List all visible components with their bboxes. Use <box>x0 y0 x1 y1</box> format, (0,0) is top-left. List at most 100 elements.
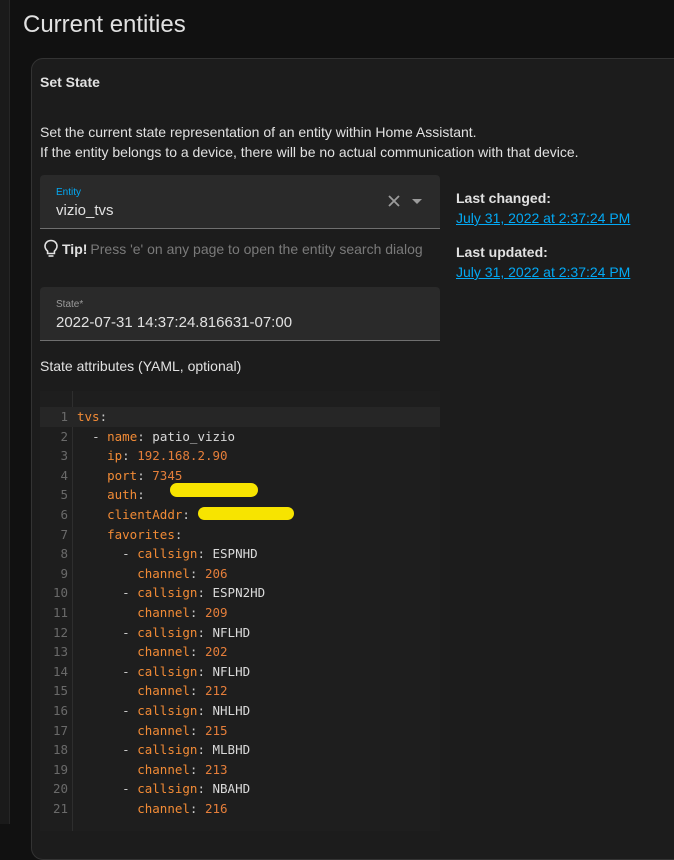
redaction-mark <box>198 507 294 520</box>
yaml-colon: : <box>197 703 213 718</box>
line-number: 13 <box>52 644 68 660</box>
entity-picker[interactable]: Entity vizio_tvs <box>40 175 440 229</box>
yaml-key: ip <box>107 448 123 464</box>
code-line[interactable]: 19 channel: 213 <box>40 760 440 780</box>
yaml-colon: : <box>182 507 190 522</box>
code-content: channel: 209 <box>77 603 227 623</box>
code-line[interactable]: 1 tvs: <box>40 407 440 427</box>
code-line[interactable]: 20 - callsign: NBAHD <box>40 779 440 799</box>
yaml-key: callsign <box>137 624 198 640</box>
yaml-key: channel <box>137 722 190 738</box>
yaml-key: callsign <box>137 742 198 758</box>
code-content: - callsign: NFLHD <box>77 662 250 682</box>
line-number: 6 <box>60 507 68 522</box>
yaml-key: channel <box>137 565 190 581</box>
code-content: - callsign: NBAHD <box>77 779 250 799</box>
code-content: tvs: <box>77 407 107 427</box>
yaml-colon: : <box>189 644 205 660</box>
entity-field-label: Entity <box>56 187 82 198</box>
yaml-value: 192.168.2.90 <box>137 448 228 464</box>
yaml-key: port <box>107 467 138 483</box>
yaml-editor[interactable]: 1 tvs: 2 - name: patio_vizio 3 ip: 192.168.… <box>40 391 440 831</box>
yaml-key: callsign <box>137 703 198 718</box>
line-number: 9 <box>60 565 68 581</box>
code-line[interactable]: 17 channel: 215 <box>40 721 440 741</box>
last-changed-label: Last changed: <box>456 190 551 206</box>
list-dash: - <box>122 546 138 562</box>
code-line[interactable]: 18 - callsign: MLBHD <box>40 740 440 760</box>
yaml-colon: : <box>137 487 145 503</box>
code-line[interactable]: 21 channel: 216 <box>40 799 440 819</box>
description-line: If the entity belongs to a device, there… <box>40 144 579 160</box>
code-line[interactable]: 16 - callsign: NHLHD <box>40 701 440 721</box>
chevron-down-icon[interactable] <box>412 199 422 204</box>
yaml-colon: : <box>197 663 213 679</box>
line-number: 5 <box>60 487 68 503</box>
page-title: Current entities <box>23 11 186 38</box>
code-line[interactable]: 12 - callsign: NFLHD <box>40 623 440 643</box>
code-content: - callsign: MLBHD <box>77 740 250 760</box>
yaml-colon: : <box>197 781 213 797</box>
code-content: ip: 192.168.2.90 <box>77 446 228 466</box>
yaml-colon: : <box>197 742 213 758</box>
state-field-value[interactable]: 2022-07-31 14:37:24.816631-07:00 <box>56 314 292 331</box>
list-dash: - <box>122 585 138 601</box>
code-content: channel: 202 <box>77 642 227 662</box>
description-line: Set the current state representation of … <box>40 124 477 140</box>
last-updated-link[interactable]: July 31, 2022 at 2:37:24 PM <box>456 264 630 280</box>
code-content: channel: 212 <box>77 681 227 701</box>
code-content: - name: patio_vizio <box>77 427 235 447</box>
code-line[interactable]: 9 channel: 206 <box>40 564 440 584</box>
line-number: 2 <box>60 428 68 444</box>
yaml-key: channel <box>137 644 190 660</box>
code-line[interactable]: 14 - callsign: NFLHD <box>40 662 440 682</box>
yaml-value: MLBHD <box>212 742 251 758</box>
entity-field-value[interactable]: vizio_tvs <box>56 202 114 219</box>
yaml-value: 213 <box>204 761 228 777</box>
code-line[interactable]: 11 channel: 209 <box>40 603 440 623</box>
yaml-colon: : <box>122 448 138 464</box>
last-updated: Last updated: July 31, 2022 at 2:37:24 P… <box>456 244 630 280</box>
yaml-key: channel <box>137 761 190 777</box>
line-number: 7 <box>60 526 68 542</box>
state-input[interactable]: State* 2022-07-31 14:37:24.816631-07:00 <box>40 287 440 341</box>
last-changed: Last changed: July 31, 2022 at 2:37:24 P… <box>456 190 630 226</box>
code-line[interactable]: 2 - name: patio_vizio <box>40 427 440 447</box>
line-number: 19 <box>52 761 68 777</box>
state-field-label: State* <box>56 299 84 310</box>
yaml-key: channel <box>137 605 190 620</box>
code-line[interactable]: 7 favorites: <box>40 525 440 545</box>
yaml-value: 206 <box>204 565 228 581</box>
yaml-key: channel <box>137 683 190 699</box>
list-dash: - <box>122 624 138 640</box>
yaml-value: 216 <box>204 801 228 816</box>
code-line[interactable]: 13 channel: 202 <box>40 642 440 662</box>
code-line[interactable]: 3 ip: 192.168.2.90 <box>40 446 440 466</box>
yaml-colon: : <box>189 761 205 777</box>
line-number: 15 <box>52 683 68 699</box>
redaction-mark <box>170 483 258 497</box>
line-number: 18 <box>52 742 68 758</box>
close-icon[interactable] <box>386 193 402 209</box>
line-number: 8 <box>60 546 68 562</box>
yaml-colon: : <box>197 546 213 562</box>
code-content: favorites: <box>77 525 182 545</box>
last-changed-link[interactable]: July 31, 2022 at 2:37:24 PM <box>456 210 630 226</box>
line-number: 14 <box>52 663 68 679</box>
yaml-value: NFLHD <box>212 624 251 640</box>
code-line[interactable]: 15 channel: 212 <box>40 681 440 701</box>
tip-label: Tip! <box>62 241 88 258</box>
code-line[interactable]: 8 - callsign: ESPNHD <box>40 544 440 564</box>
code-line[interactable]: 10 - callsign: ESPN2HD <box>40 583 440 603</box>
